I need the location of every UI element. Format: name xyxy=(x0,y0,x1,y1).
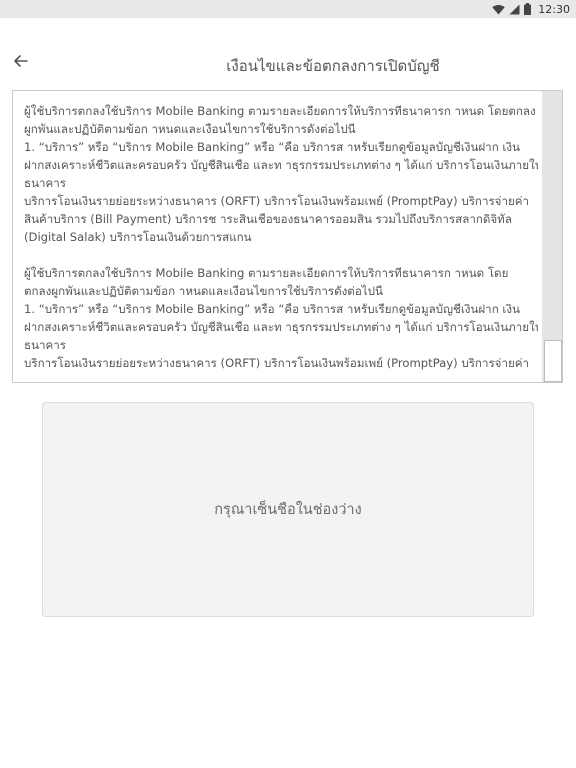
terms-content: ผู้ใช้บริการตกลงใช้บริการ Mobile Banking… xyxy=(24,102,538,382)
page-title-text: เงือนไขและข้อตกลงการเปิดบัญชี xyxy=(226,57,440,75)
signature-placeholder: กรุณาเซ็นชือในช่องว่าง xyxy=(214,502,362,518)
terms-line: ธนาคาร xyxy=(24,176,67,190)
signal-icon xyxy=(509,4,520,14)
terms-line: 1. “บริการ” หรือ “บริการ Mobile Banking”… xyxy=(24,302,520,316)
status-time: 12:30 xyxy=(538,2,570,16)
terms-scrollbar-track[interactable] xyxy=(542,91,562,382)
terms-line: (Digital Salak) บริการโอนเงินด้วยการสแกน xyxy=(24,230,252,244)
terms-line: ธนาคาร xyxy=(24,338,67,352)
arrow-left-icon xyxy=(14,55,28,67)
terms-line: ตกลงผูกพันและปฏิบัติตามข้อก าหนดและเงือน… xyxy=(24,284,383,298)
signature-pad[interactable]: กรุณาเซ็นชือในช่องว่าง xyxy=(42,402,534,617)
back-button[interactable] xyxy=(11,51,31,71)
terms-line: บริการโอนเงินรายย่อยระหว่างธนาคาร (ORFT)… xyxy=(24,356,530,370)
wifi-icon xyxy=(492,4,505,14)
terms-paragraph: ผู้ใช้บริการตกลงใช้บริการ Mobile Banking… xyxy=(24,264,538,372)
terms-line: ผู้ใช้บริการตกลงใช้บริการ Mobile Banking… xyxy=(24,104,536,118)
terms-line: ผูกพันและปฏิบัติตามข้อก าหนดและเงือนไขกา… xyxy=(24,122,356,136)
terms-line: บริการโอนเงินรายย่อยระหว่างธนาคาร (ORFT)… xyxy=(24,194,530,208)
battery-icon xyxy=(524,3,532,15)
terms-scrollbar-thumb[interactable] xyxy=(544,340,562,382)
terms-line: ผู้ใช้บริการตกลงใช้บริการ Mobile Banking… xyxy=(24,266,509,280)
status-bar: 12:30 xyxy=(0,0,576,18)
terms-line: ฝากสงเคราะห์ชีวิตและครอบครัว บัญชีสินเชื… xyxy=(24,320,538,334)
terms-box[interactable]: ผู้ใช้บริการตกลงใช้บริการ Mobile Banking… xyxy=(12,90,563,383)
terms-line: สินค้าบริการ (Bill Payment) บริการช าระส… xyxy=(24,212,512,226)
status-icons: 12:30 xyxy=(492,2,570,16)
terms-line: ฝากสงเคราะห์ชีวิตและครอบครัว บัญชีสินเชื… xyxy=(24,158,538,172)
terms-paragraph: ผู้ใช้บริการตกลงใช้บริการ Mobile Banking… xyxy=(24,102,538,246)
terms-line: 1. “บริการ” หรือ “บริการ Mobile Banking”… xyxy=(24,140,520,154)
page-title: เงือนไขและข้อตกลงการเปิดบัญชี xyxy=(40,54,576,78)
